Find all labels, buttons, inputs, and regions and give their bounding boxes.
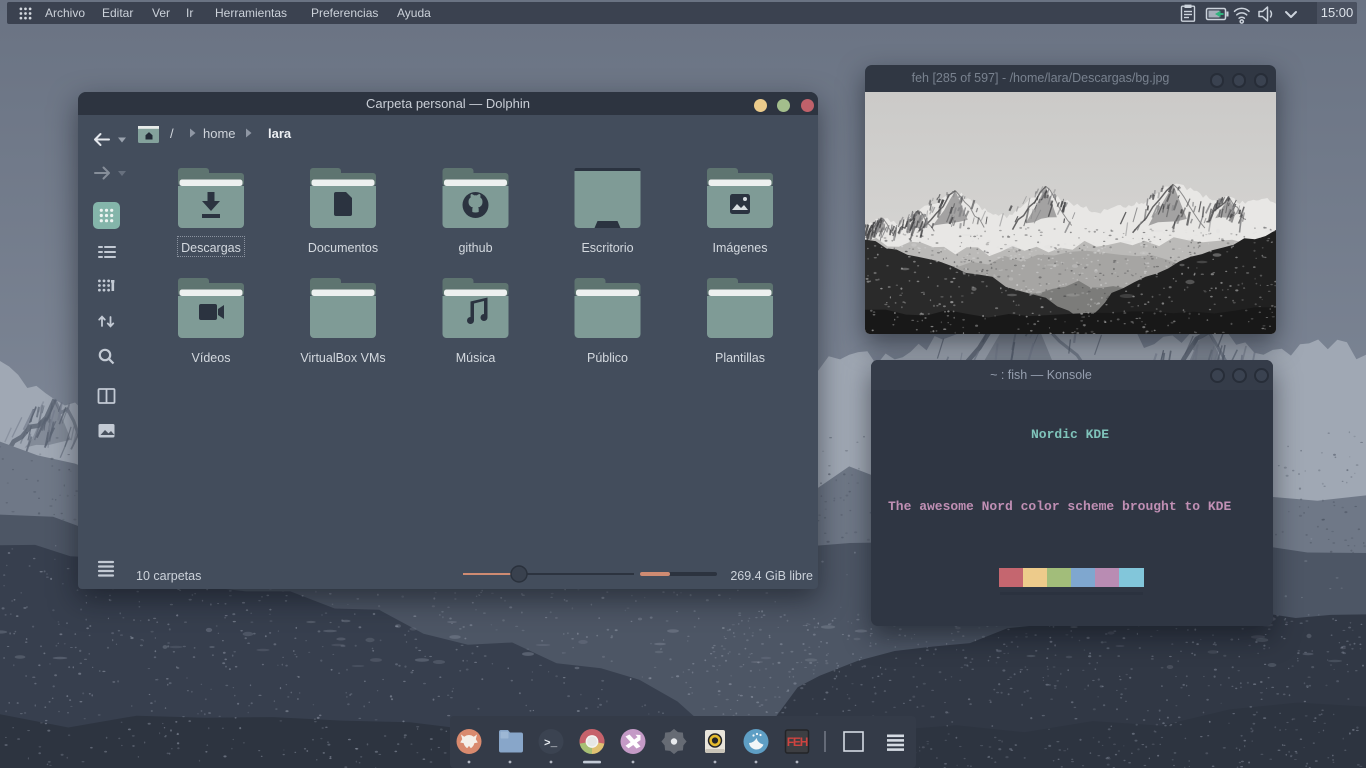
- svg-text:home: home: [203, 126, 236, 141]
- svg-text:FEH: FEH: [787, 735, 808, 749]
- svg-text:10 carpetas: 10 carpetas: [136, 569, 201, 583]
- svg-text:/: /: [170, 126, 174, 141]
- svg-text:lara: lara: [268, 126, 292, 141]
- svg-text:269.4 GiB libre: 269.4 GiB libre: [730, 569, 813, 583]
- svg-text:>_: >_: [544, 738, 558, 750]
